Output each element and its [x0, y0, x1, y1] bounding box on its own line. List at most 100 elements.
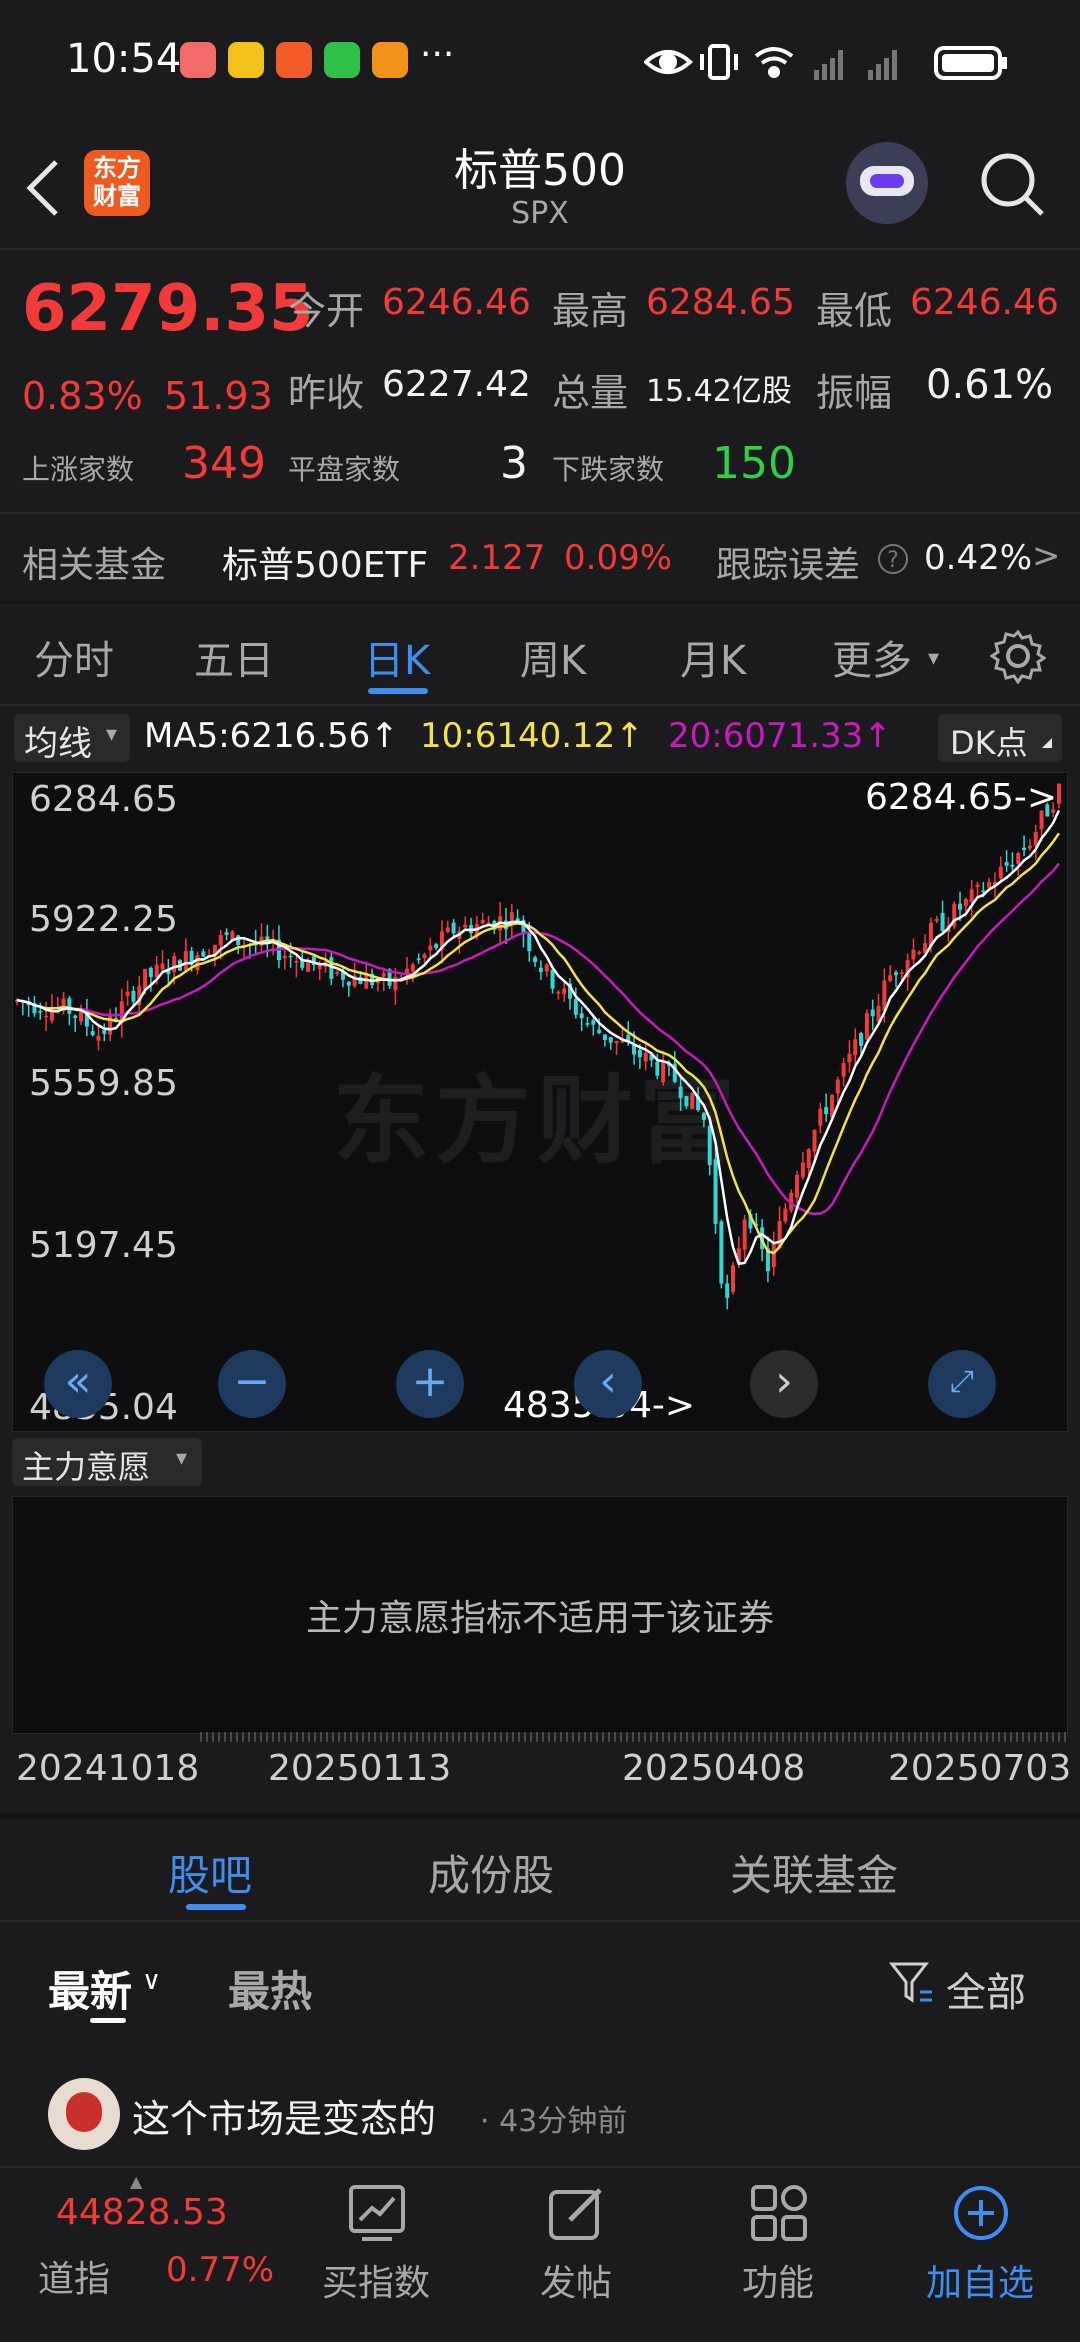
bottom-nav: ▲ 44828.53 道指 0.77% 买指数 发帖 功能 加自选	[0, 2166, 1080, 2342]
post-title[interactable]: 这个市场是变态的	[132, 2088, 436, 2143]
divider	[0, 512, 1080, 514]
candle-body	[96, 1035, 101, 1041]
candle-body	[1004, 862, 1009, 866]
tab-guba[interactable]: 股吧	[168, 1842, 252, 1903]
tab-constituents[interactable]: 成份股	[428, 1842, 554, 1903]
candle-body	[148, 967, 153, 977]
candle-body	[416, 958, 421, 960]
candle-body	[573, 999, 578, 1015]
candle-body	[195, 955, 200, 970]
fullscreen-icon[interactable]: ⤢	[928, 1350, 996, 1418]
candle-body	[818, 1108, 823, 1126]
candle-body	[637, 1049, 642, 1058]
candle-body	[381, 973, 386, 977]
search-icon[interactable]	[978, 150, 1048, 220]
candle-body	[917, 952, 922, 954]
candle-body	[591, 1020, 596, 1025]
chart-line-icon	[349, 2185, 405, 2241]
candle-body	[795, 1174, 800, 1198]
tracking-error-label: 跟踪误差	[716, 545, 861, 586]
low-label: 最低	[816, 289, 893, 333]
scroll-left-fast-icon[interactable]: «	[44, 1350, 112, 1418]
candle-body	[90, 1031, 95, 1036]
candle-body	[463, 924, 468, 928]
candle-body	[934, 918, 939, 921]
candle-body	[835, 1079, 840, 1094]
candle-body	[102, 1029, 107, 1034]
sort-indicator	[90, 2018, 126, 2023]
candle-body	[1033, 832, 1038, 846]
candle-body	[655, 1061, 660, 1076]
zoom-out-icon[interactable]: −	[218, 1350, 286, 1418]
candle-body	[131, 990, 136, 1002]
sort-latest[interactable]: 最新	[48, 1958, 132, 2019]
candle-body	[888, 975, 893, 981]
more-notifications-icon: ···	[420, 34, 455, 75]
candle-body	[643, 1052, 648, 1062]
candle-body	[859, 1033, 864, 1046]
tab-daily-k[interactable]: 日K	[364, 628, 430, 686]
candle-body	[707, 1125, 712, 1166]
candle-body	[160, 963, 165, 970]
notification-app-icon	[180, 42, 216, 78]
candle-body	[870, 1009, 875, 1017]
robot-assistant-icon[interactable]	[846, 142, 928, 224]
time-scrollbar[interactable]	[200, 1732, 1066, 1742]
scroll-right-icon[interactable]: ›	[750, 1350, 818, 1418]
candle-body	[701, 1113, 706, 1120]
indicator-selector[interactable]: 主力意愿 ▾	[12, 1438, 202, 1486]
nav-label: 发帖	[539, 2263, 612, 2304]
tab-weekly-k[interactable]: 周K	[520, 628, 586, 686]
dk-point-button[interactable]: DK点	[938, 714, 1062, 762]
ma-selector[interactable]: 均线 ▾	[14, 714, 130, 764]
candle-body	[306, 962, 311, 972]
candle-body	[864, 1013, 869, 1040]
candle-body	[899, 972, 904, 975]
help-icon[interactable]: ?	[878, 544, 908, 574]
status-icons	[644, 44, 1007, 80]
sort-hottest[interactable]: 最热	[228, 1958, 312, 2019]
candle-body	[67, 998, 72, 1014]
gear-icon[interactable]	[990, 628, 1046, 684]
scroll-left-icon[interactable]: ‹	[574, 1350, 642, 1418]
candle-body	[847, 1053, 852, 1063]
candle-body	[434, 944, 439, 949]
volume-value: 15.42亿股	[646, 374, 792, 409]
y-label-max: 6284.65	[29, 779, 178, 820]
add-circle-icon	[954, 2186, 1008, 2240]
candle-body	[841, 1063, 846, 1077]
post-time: · 43分钟前	[480, 2104, 628, 2139]
avatar[interactable]	[48, 2078, 120, 2150]
high-label: 最高	[552, 289, 629, 333]
candle-body	[800, 1162, 805, 1177]
current-price: 6279.35	[22, 272, 314, 346]
candle-body	[998, 866, 1003, 879]
tab-related-funds[interactable]: 关联基金	[730, 1842, 898, 1903]
y-label: 5559.85	[29, 1063, 178, 1104]
candle-body	[1010, 864, 1015, 867]
candle-body	[824, 1107, 829, 1115]
tab-intraday[interactable]: 分时	[34, 628, 114, 686]
candle-body	[719, 1221, 724, 1284]
amplitude-value: 0.61%	[926, 362, 1054, 408]
status-bar: 10:54 ···	[0, 0, 1080, 120]
kline-chart[interactable]: 东方财富 6284.65 5922.25 5559.85 5197.45 483…	[12, 772, 1068, 1432]
candle-body	[579, 1013, 584, 1019]
candle-body	[294, 960, 299, 963]
fund-name: 标普500ETF	[222, 545, 429, 586]
candle-body	[987, 882, 992, 888]
caret-down-icon: ▾	[106, 722, 118, 747]
zoom-in-icon[interactable]: +	[396, 1350, 464, 1418]
candle-body	[742, 1219, 747, 1250]
change-value: 51.93	[164, 374, 273, 418]
candle-body	[544, 964, 549, 972]
candle-body	[894, 972, 899, 976]
tab-monthly-k[interactable]: 月K	[680, 628, 746, 686]
tab-five-day[interactable]: 五日	[194, 628, 274, 686]
status-time: 10:54	[66, 36, 182, 82]
candle-body	[201, 951, 206, 957]
candle-body	[969, 889, 974, 902]
edit-icon	[549, 2188, 602, 2240]
tab-more[interactable]: 更多	[832, 628, 912, 686]
candle-body	[1016, 853, 1021, 864]
